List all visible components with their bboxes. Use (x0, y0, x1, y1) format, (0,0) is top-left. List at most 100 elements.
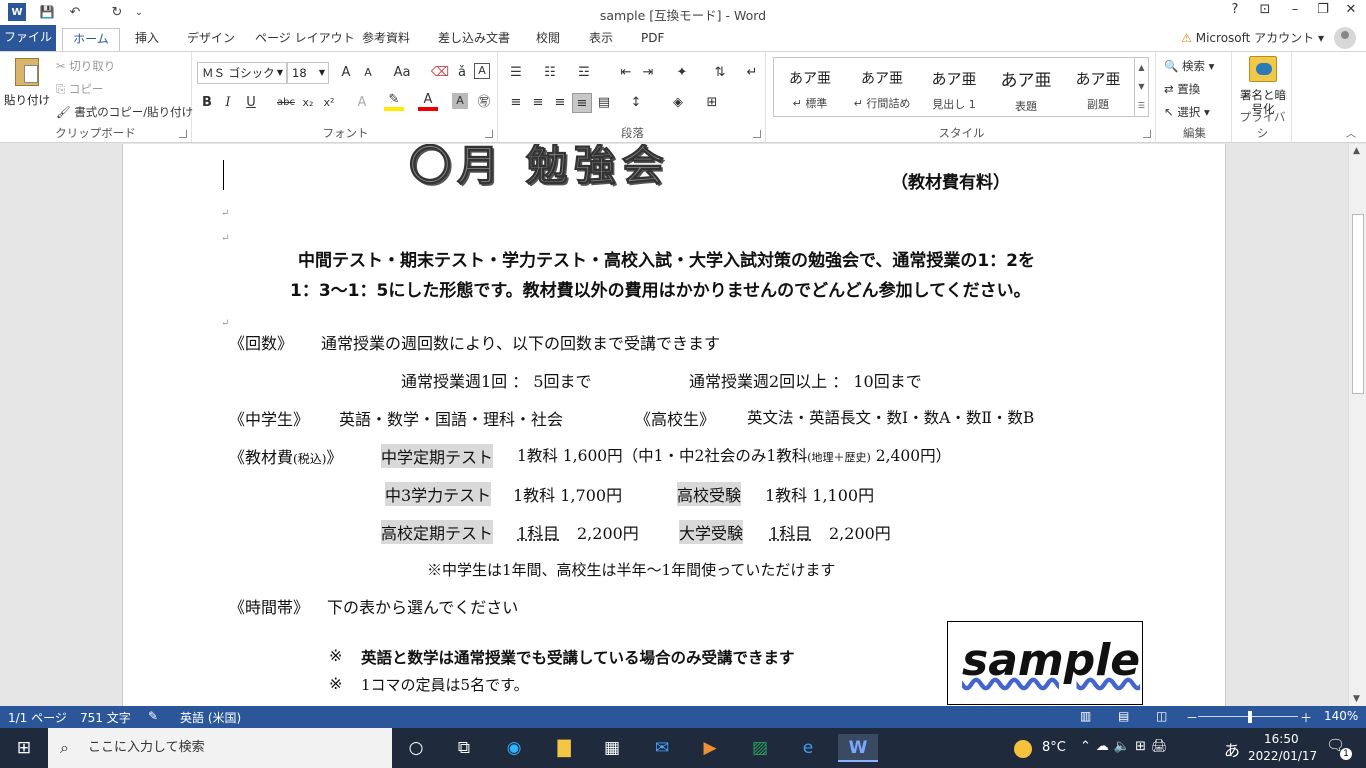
page-count[interactable]: 1/1 ページ (8, 709, 67, 726)
style-title[interactable]: あア亜 表題 (990, 62, 1062, 114)
show-marks-icon[interactable]: ↵ (742, 63, 762, 83)
replace-button[interactable]: ⇄ 置換 (1164, 81, 1200, 97)
clear-format-icon[interactable]: ⌫ (430, 63, 450, 83)
scroll-thumb[interactable] (1352, 214, 1364, 394)
text-effects-icon[interactable]: A (352, 93, 372, 113)
numbering-icon[interactable]: ☷ (540, 63, 560, 83)
bullets-icon[interactable]: ☰ (506, 63, 526, 83)
scroll-down-icon[interactable]: ▼ (1353, 694, 1360, 704)
minimize-button[interactable]: – (1282, 2, 1308, 22)
increase-indent-icon[interactable]: ⇥ (638, 63, 658, 83)
grow-font-icon[interactable]: A (336, 63, 356, 83)
style-no-spacing[interactable]: あア亜 ↵ 行間詰め (846, 62, 918, 114)
select-button[interactable]: ↖ 選択 ▾ (1164, 104, 1210, 120)
style-normal[interactable]: あア亜 ↵ 標準 (774, 62, 846, 114)
tab-file[interactable]: ファイル (0, 25, 56, 51)
font-launcher-icon[interactable] (485, 130, 493, 138)
mail-icon[interactable]: ✉ (646, 734, 678, 762)
multilevel-list-icon[interactable]: ☲ (574, 63, 594, 83)
tab-mailings[interactable]: 差し込み文書 (438, 28, 510, 51)
superscript-button[interactable]: x² (319, 93, 339, 113)
tab-view[interactable]: 表示 (589, 28, 613, 51)
tab-home[interactable]: ホーム (62, 28, 120, 51)
zoom-level[interactable]: 140% (1324, 709, 1358, 723)
account-menu[interactable]: ⚠ Microsoft アカウント ▾ (1181, 29, 1324, 46)
shrink-font-icon[interactable]: A (358, 63, 378, 83)
web-layout-icon[interactable]: ◫ (1156, 709, 1167, 723)
print-layout-icon[interactable]: ▤ (1118, 709, 1129, 723)
task-view-icon[interactable]: ⧉ (448, 734, 480, 762)
font-size-field[interactable]: 18 ▼ (287, 62, 329, 84)
edge-icon[interactable]: ◉ (498, 734, 530, 762)
paste-button[interactable]: 貼り付け (4, 56, 50, 120)
bold-button[interactable]: B (197, 93, 217, 113)
clock-time[interactable]: 16:50 (1264, 732, 1299, 746)
tab-page-layout[interactable]: ページ レイアウト (255, 28, 355, 51)
avatar[interactable] (1334, 27, 1356, 49)
ribbon-display-button[interactable]: ⊡ (1252, 2, 1278, 22)
document-page[interactable]: 〇月 勉強会 （教材費有料） ↵ ↵ 中間テスト・期末テスト・学力テスト・高校入… (122, 144, 1226, 706)
decrease-indent-icon[interactable]: ⇤ (616, 63, 636, 83)
language-indicator[interactable]: 英語 (米国) (180, 709, 241, 726)
clock-date[interactable]: 2022/01/17 (1248, 749, 1317, 763)
format-painter-button[interactable]: 🖌 書式のコピー/貼り付け (56, 104, 193, 120)
cut-button[interactable]: ✂ 切り取り (56, 58, 115, 74)
enclose-char-icon[interactable]: ㊢ (474, 93, 494, 113)
change-case-icon[interactable]: Aa (388, 63, 416, 83)
collapse-ribbon-icon[interactable]: ︿ (1346, 125, 1356, 140)
close-button[interactable]: ✕ (1338, 2, 1364, 22)
line-spacing-icon[interactable]: ↕ (626, 93, 646, 113)
copy-button[interactable]: ⎘ コピー (56, 81, 103, 97)
strikethrough-button[interactable]: abc (274, 93, 298, 113)
underline-button[interactable]: U (241, 93, 261, 113)
borders-icon[interactable]: ⊞ (702, 93, 722, 113)
shading-icon[interactable]: ◈ (668, 93, 688, 113)
ime-indicator[interactable]: あ (1224, 737, 1240, 761)
style-heading-1[interactable]: あア亜 見出し 1 (918, 62, 990, 114)
windows-start-icon[interactable]: ⊞ (8, 734, 40, 762)
word-taskbar-icon[interactable]: W (838, 734, 878, 762)
find-button[interactable]: 🔍 検索 ▾ (1164, 58, 1214, 74)
media-player-icon[interactable]: ▶ (694, 734, 726, 762)
align-center-icon[interactable]: ≡ (528, 93, 548, 113)
highlight-icon[interactable]: ✎ (384, 93, 404, 111)
cortana-icon[interactable]: ○ (400, 734, 432, 762)
store-icon[interactable]: ▦ (596, 734, 628, 762)
word-count[interactable]: 751 文字 (80, 709, 131, 726)
tab-design[interactable]: デザイン (187, 28, 235, 51)
styles-scroll[interactable]: ▲ ▼ ☰ (1134, 58, 1148, 116)
help-button[interactable]: ? (1222, 2, 1248, 22)
align-left-icon[interactable]: ≡ (506, 93, 526, 113)
distributed-icon[interactable]: ▤ (594, 93, 614, 113)
taskbar-search-input[interactable]: ⌕ ここに入力して検索 (48, 728, 392, 768)
zoom-slider-thumb[interactable] (1248, 711, 1252, 723)
tab-references[interactable]: 参考資料 (362, 28, 410, 51)
tray-icons[interactable]: ⌃☁🔈⊞🖨 (1080, 739, 1172, 754)
sign-encrypt-button[interactable]: 署名と暗号化 (1236, 56, 1290, 116)
subscript-button[interactable]: x₂ (298, 93, 318, 113)
tab-insert[interactable]: 挿入 (135, 28, 159, 51)
weather-temp[interactable]: 8°C (1042, 740, 1066, 755)
zoom-out-button[interactable]: － (1186, 709, 1198, 726)
scroll-up-icon[interactable]: ▲ (1353, 146, 1360, 156)
char-border-icon[interactable]: A (474, 63, 490, 79)
sort-icon[interactable]: ⇅ (710, 63, 730, 83)
align-right-icon[interactable]: ≡ (550, 93, 570, 113)
read-mode-icon[interactable]: ▥ (1080, 709, 1091, 723)
excel-icon[interactable]: ▨ (744, 734, 776, 762)
italic-button[interactable]: I (218, 93, 238, 113)
tab-review[interactable]: 校閲 (536, 28, 560, 51)
font-color-icon[interactable]: A (418, 93, 438, 111)
asian-layout-icon[interactable]: ✦ (672, 63, 692, 83)
tab-pdf[interactable]: PDF (641, 28, 664, 51)
restore-button[interactable]: ❐ (1310, 2, 1336, 22)
justify-icon[interactable]: ≡ (572, 93, 592, 113)
font-name-field[interactable]: ＭＳ ゴシック ▼ (197, 62, 287, 84)
style-subtitle[interactable]: あア亜 副題 (1062, 62, 1134, 114)
paragraph-launcher-icon[interactable] (753, 130, 761, 138)
phonetic-guide-icon[interactable]: ǎ (452, 63, 472, 83)
vertical-scrollbar[interactable]: ▲ ▼ (1348, 144, 1366, 706)
clipboard-launcher-icon[interactable] (179, 130, 187, 138)
styles-launcher-icon[interactable] (1143, 130, 1151, 138)
file-explorer-icon[interactable]: ▇ (548, 734, 580, 762)
